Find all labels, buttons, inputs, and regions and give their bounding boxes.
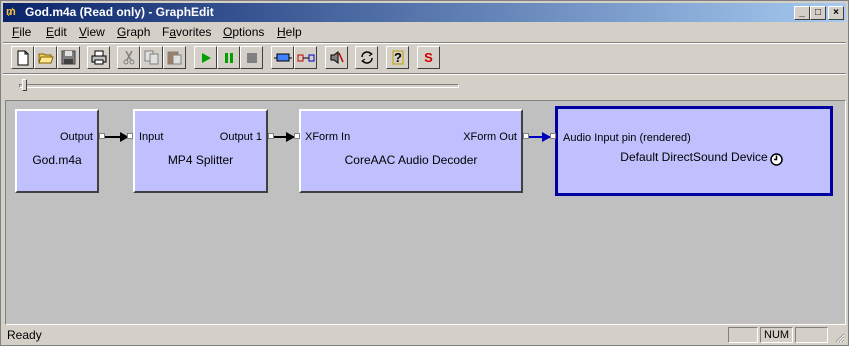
menu-options[interactable]: Options	[223, 25, 264, 39]
pin-label-audio-input: Audio Input pin (rendered)	[563, 132, 691, 144]
pin-decoder-input[interactable]	[294, 133, 300, 139]
filter-source[interactable]: Output God.m4a	[15, 109, 99, 193]
stop-icon[interactable]	[240, 46, 263, 69]
sync-icon[interactable]: S	[417, 46, 440, 69]
seek-area	[7, 75, 847, 101]
menu-separator	[3, 42, 846, 44]
menu-help[interactable]: Help	[277, 25, 302, 39]
menu-view[interactable]: View	[79, 25, 105, 39]
cut-icon[interactable]	[117, 46, 140, 69]
menu-edit[interactable]: Edit	[46, 25, 67, 39]
pin-label-xform-in: XForm In	[305, 131, 351, 143]
close-button[interactable]: ×	[828, 6, 844, 20]
new-icon[interactable]	[11, 46, 34, 69]
pin-label-input: Input	[139, 131, 164, 143]
menu-graph[interactable]: Graph	[117, 25, 150, 39]
svg-text:?: ?	[394, 50, 402, 65]
filter-renderer[interactable]: Audio Input pin (rendered) Default Direc…	[555, 106, 833, 196]
seek-thumb[interactable]	[22, 79, 27, 91]
filter-name: CoreAAC Audio Decoder	[344, 153, 478, 167]
help-icon[interactable]: ?	[386, 46, 409, 69]
filter-name: God.m4a	[32, 153, 82, 167]
status-caps	[728, 327, 758, 343]
play-icon[interactable]	[194, 46, 217, 69]
title-bar[interactable]: ₥ God.m4a (Read only) - GraphEdit _ □ ×	[3, 3, 846, 22]
resize-grip[interactable]	[833, 331, 845, 343]
window-title: God.m4a (Read only) - GraphEdit	[25, 5, 214, 19]
pin-renderer-input[interactable]	[550, 133, 556, 139]
menu-bar: File Edit View Graph Favorites Options H…	[3, 23, 846, 41]
pin-label-output: Output	[59, 131, 93, 143]
graphedit-icon[interactable]: ₥	[6, 5, 22, 20]
save-icon[interactable]	[57, 46, 80, 69]
filter-name: Default DirectSound Device	[620, 150, 768, 164]
graphedit-window: ₥ God.m4a (Read only) - GraphEdit _ □ × …	[0, 0, 849, 346]
seek-bar-icon[interactable]	[271, 46, 294, 69]
seek-track[interactable]	[19, 84, 459, 88]
pause-icon[interactable]	[217, 46, 240, 69]
open-icon[interactable]	[34, 46, 57, 69]
copy-icon[interactable]	[140, 46, 163, 69]
status-num: NUM	[760, 327, 793, 343]
sync-label: S	[424, 50, 433, 65]
pin-label-output-1: Output 1	[219, 131, 262, 143]
graph-canvas[interactable]: Output God.m4a Input Output 1 MP4 Splitt…	[5, 100, 846, 325]
paste-icon[interactable]	[163, 46, 186, 69]
filter-decoder[interactable]: XForm In XForm Out CoreAAC Audio Decoder	[299, 109, 523, 193]
pin-label-xform-out: XForm Out	[463, 131, 517, 143]
minimize-button[interactable]: _	[794, 6, 810, 20]
menu-favorites[interactable]: Favorites	[162, 25, 211, 39]
pin-splitter-input[interactable]	[127, 133, 133, 139]
refresh-icon[interactable]	[355, 46, 378, 69]
mute-icon[interactable]	[325, 46, 348, 69]
status-text: Ready	[7, 328, 42, 342]
menu-file[interactable]: File	[12, 25, 31, 39]
status-scroll	[795, 327, 828, 343]
print-icon[interactable]	[87, 46, 110, 69]
toolbar: ? S	[7, 46, 847, 72]
filter-name: MP4 Splitter	[167, 153, 234, 167]
status-bar: Ready NUM	[3, 326, 846, 344]
filter-splitter[interactable]: Input Output 1 MP4 Splitter	[133, 109, 268, 193]
filter-connect-icon[interactable]	[294, 46, 317, 69]
maximize-button[interactable]: □	[810, 6, 826, 20]
clock-icon	[770, 153, 783, 169]
